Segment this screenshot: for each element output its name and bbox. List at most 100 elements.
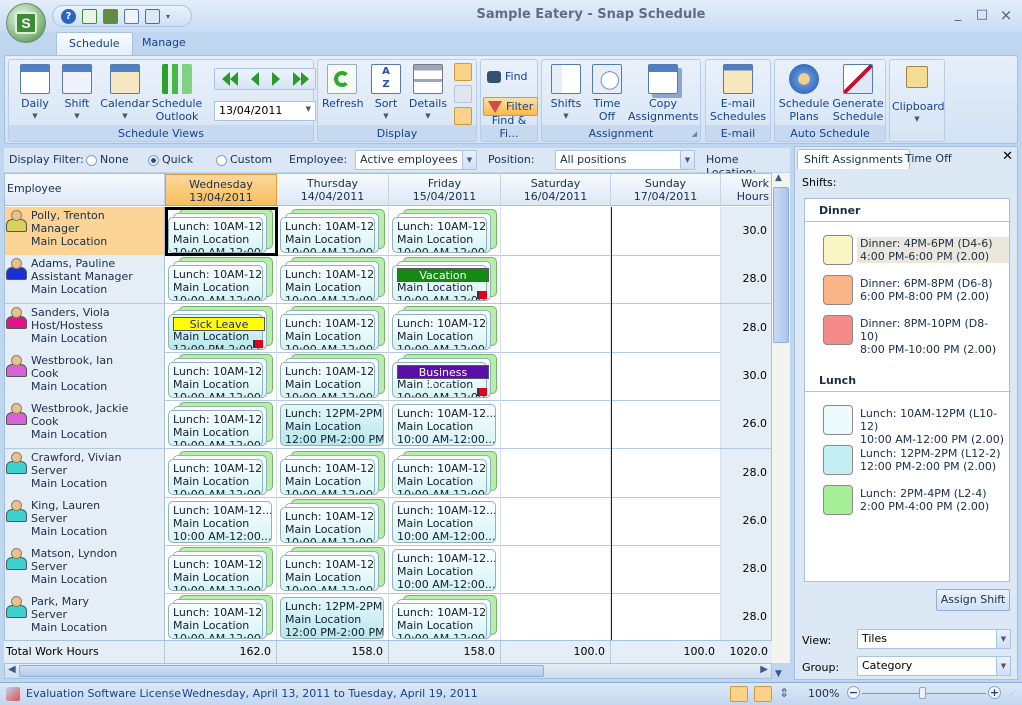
shift-tile[interactable]: Lunch: 10AM-12...Main Location10:00 AM-1… <box>168 361 263 398</box>
day-header[interactable]: Thursday 14/04/2011 <box>277 174 389 206</box>
shift-tile[interactable]: Lunch: 10AM-12...Main Location10:00 AM-1… <box>168 500 272 543</box>
group-select[interactable]: Category ▼ <box>857 656 1011 676</box>
sort-button[interactable]: AZ Sort ▼ <box>368 64 404 123</box>
zoom-slider-thumb[interactable] <box>919 687 926 699</box>
license-status[interactable]: Evaluation Software License <box>26 687 181 700</box>
schedule-cell[interactable] <box>501 351 611 400</box>
shift-item[interactable]: Lunch: 2PM-4PM (L2-4) 2:00 PM-4:00 PM (2.… <box>823 485 1009 517</box>
schedule-cell[interactable]: Lunch: 10AM-12...Main Location10:00 AM-1… <box>389 303 501 352</box>
employee-cell[interactable]: Sanders, Viola Host/Hostess Main Location <box>5 303 165 352</box>
shift-tile[interactable]: Lunch: 10AM-12...Main Location10:00 AM-1… <box>168 265 263 302</box>
shift-category-header[interactable]: Lunch <box>805 372 1011 392</box>
details-button[interactable]: Details ▼ <box>408 64 448 123</box>
shift-item[interactable]: Dinner: 6PM-8PM (D6-8) 6:00 PM-8:00 PM (2… <box>823 275 1009 307</box>
shift-category-header[interactable]: Dinner <box>805 202 1011 222</box>
employee-row[interactable]: Polly, Trenton Manager Main Location Lunch… <box>5 207 771 256</box>
shift-tile[interactable]: Lunch: 10AM-12...Main Location10:00 AM-1… <box>392 500 496 543</box>
schedule-cell[interactable]: Lunch: 12PM-2PMMain Location12:00 PM-2:0… <box>277 400 389 449</box>
tile-view-icon[interactable] <box>730 686 748 702</box>
view-select[interactable]: Tiles ▼ <box>857 629 1011 649</box>
shift-tile[interactable]: Lunch: 10AM-12...Main Location10:00 AM-1… <box>280 313 375 350</box>
shift-tile[interactable]: Lunch: 10AM-12...Main Location10:00 AM-1… <box>168 555 263 592</box>
schedule-cell[interactable]: Lunch: 10AM-12...Main Location10:00 AM-1… <box>389 496 501 545</box>
schedule-cell[interactable] <box>501 448 611 497</box>
employee-cell[interactable]: Matson, Lyndon Server Main Location <box>5 545 165 594</box>
schedule-cell[interactable] <box>611 545 721 594</box>
schedule-cell[interactable]: Lunch: 10AM-12...Main Location10:00 AM-1… <box>389 255 501 304</box>
schedule-cell[interactable] <box>501 303 611 352</box>
grid-toggle-icon[interactable] <box>454 85 472 103</box>
generate-schedule-button[interactable]: Generate Schedule <box>831 64 885 123</box>
work-hours-header[interactable]: Work Hours <box>721 174 771 206</box>
schedule-cell[interactable]: Lunch: 10AM-12...Main Location10:00 AM-1… <box>165 545 277 594</box>
shift-tile[interactable]: Lunch: 10AM-12...Main Location10:00 AM-1… <box>168 603 263 640</box>
schedule-cell[interactable]: Lunch: 10AM-12...Main Location10:00 AM-1… <box>277 351 389 400</box>
shift-tile[interactable]: Lunch: 10AM-12...Main Location10:00 AM-1… <box>392 217 487 253</box>
shift-tile[interactable]: Lunch: 10AM-12...Main Location10:00 AM-1… <box>168 410 263 447</box>
scroll-left-icon[interactable]: ◀ <box>8 664 16 675</box>
shift-tile[interactable]: Lunch: 10AM-12...Main Location10:00 AM-1… <box>280 506 375 543</box>
schedule-cell[interactable] <box>611 207 721 255</box>
schedule-outlook-button[interactable]: Schedule Outlook <box>152 64 202 123</box>
day-header[interactable]: Friday 15/04/2011 <box>389 174 501 206</box>
time-off-badge[interactable]: Vacation <box>397 268 489 283</box>
employee-column-header[interactable]: Employee <box>5 174 165 206</box>
schedule-cell[interactable]: Lunch: 10AM-12...Main Location10:00 AM-1… <box>389 448 501 497</box>
group-clipboard[interactable]: Clipboard ▼ <box>889 59 945 142</box>
last-page-icon[interactable] <box>292 72 309 86</box>
employee-cell[interactable]: King, Lauren Server Main Location <box>5 496 165 545</box>
day-header[interactable]: Sunday 17/04/2011 <box>611 174 721 206</box>
shift-button[interactable]: Shift ▼ <box>59 64 95 123</box>
schedule-cell[interactable]: Lunch: 12PM-2PMMain Location12:00 PM-2:0… <box>165 303 277 352</box>
scroll-up-icon[interactable]: ▲ <box>775 173 782 183</box>
schedule-cell[interactable]: Lunch: 10AM-12...Main Location10:00 AM-1… <box>277 496 389 545</box>
clipboard-button[interactable]: Clipboard ▼ <box>892 66 945 126</box>
maximize-button[interactable]: □ <box>972 6 992 24</box>
shift-tile[interactable]: Lunch: 10AM-12...Main Location10:00 AM-1… <box>280 265 375 302</box>
shift-tile[interactable]: Lunch: 10AM-12...Main Location10:00 AM-1… <box>392 603 487 640</box>
application-menu-button[interactable]: S <box>6 3 46 43</box>
filter-custom-radio[interactable]: Custom <box>216 153 272 166</box>
shift-tile[interactable]: Lunch: 10AM-12...Main Location10:00 AM-1… <box>280 458 375 495</box>
shift-item[interactable]: Dinner: 8PM-10PM (D8-10) 8:00 PM-10:00 PM… <box>823 315 1009 356</box>
schedule-cell[interactable]: Lunch: 10AM-12...Main Location10:00 AM-1… <box>277 303 389 352</box>
employee-row[interactable]: Adams, Pauline Assistant Manager Main Loca… <box>5 255 771 305</box>
schedule-cell[interactable] <box>611 303 721 352</box>
schedule-cell[interactable]: Lunch: 10AM-12...Main Location10:00 AM-1… <box>277 207 389 255</box>
schedule-cell[interactable]: Lunch: 10AM-12...Main Location10:00 AM-1… <box>165 448 277 497</box>
resize-grip-icon[interactable]: ⋰ <box>1008 689 1016 698</box>
shift-item[interactable]: Lunch: 10AM-12PM (L10-12) 10:00 AM-12:00 … <box>823 405 1009 446</box>
schedule-cell[interactable]: Lunch: 10AM-12...Main Location10:00 AM-1… <box>277 255 389 304</box>
employee-row[interactable]: Park, Mary Server Main Location Lunch: 10A… <box>5 593 771 643</box>
scroll-down-icon[interactable]: ▼ <box>775 669 782 679</box>
schedule-cell[interactable]: Lunch: 12PM-2PMMain Location12:00 PM-2:0… <box>277 593 389 642</box>
employee-row[interactable]: King, Lauren Server Main Location Lunch: 1… <box>5 496 771 546</box>
shift-tile[interactable]: Lunch: 10AM-12...Main Location10:00 AM-1… <box>280 555 375 592</box>
scroll-right-icon[interactable]: ▶ <box>760 664 768 675</box>
daily-button[interactable]: Daily ▼ <box>15 64 55 123</box>
schedule-cell[interactable]: Lunch: 10AM-12...Main Location10:00 AM-1… <box>165 351 277 400</box>
employee-row[interactable]: Crawford, Vivian Server Main Location Lunc… <box>5 448 771 498</box>
shift-tile[interactable]: Lunch: 12PM-2PMMain Location12:00 PM-2:0… <box>280 404 384 447</box>
shift-tile[interactable]: Lunch: 10AM-12...Main Location10:00 AM-1… <box>392 549 496 592</box>
employee-row[interactable]: Matson, Lyndon Server Main Location Lunch:… <box>5 545 771 595</box>
tab-shift-assignments[interactable]: Shift Assignments <box>797 149 910 169</box>
find-button[interactable]: Find <box>483 68 532 85</box>
email-schedules-button[interactable]: E-mail Schedules <box>708 64 768 123</box>
calendar-button[interactable]: Calendar ▼ <box>99 64 151 123</box>
shift-item[interactable]: Dinner: 4PM-6PM (D4-6) 4:00 PM-6:00 PM (2… <box>823 235 1009 267</box>
shift-tile[interactable]: Lunch: 10AM-12...Main Location10:00 AM-1… <box>392 404 496 447</box>
employee-cell[interactable]: Westbrook, Jackie Cook Main Location <box>5 400 165 449</box>
employee-select[interactable]: Active employees ▼ <box>355 150 477 170</box>
filter-none-radio[interactable]: None <box>86 153 129 166</box>
schedule-cell[interactable]: Lunch: 10AM-12...Main Location10:00 AM-1… <box>277 448 389 497</box>
schedule-cell[interactable] <box>611 593 721 642</box>
shifts-button[interactable]: Shifts ▼ <box>546 64 586 123</box>
tab-manage[interactable]: Manage <box>130 32 198 56</box>
schedule-cell[interactable]: Lunch: 10AM-12...Main Location10:00 AM-1… <box>165 400 277 449</box>
zoom-in-button[interactable]: + <box>988 686 1001 699</box>
shift-tile[interactable]: Lunch: 10AM-12...Main Location10:00 AM-1… <box>392 458 487 495</box>
shift-tile[interactable]: Lunch: 10AM-12...Main Location10:00 AM-1… <box>280 217 375 253</box>
sum-toggle-icon[interactable] <box>454 63 472 81</box>
horizontal-scrollbar[interactable]: ◀ ▶ <box>4 663 772 679</box>
